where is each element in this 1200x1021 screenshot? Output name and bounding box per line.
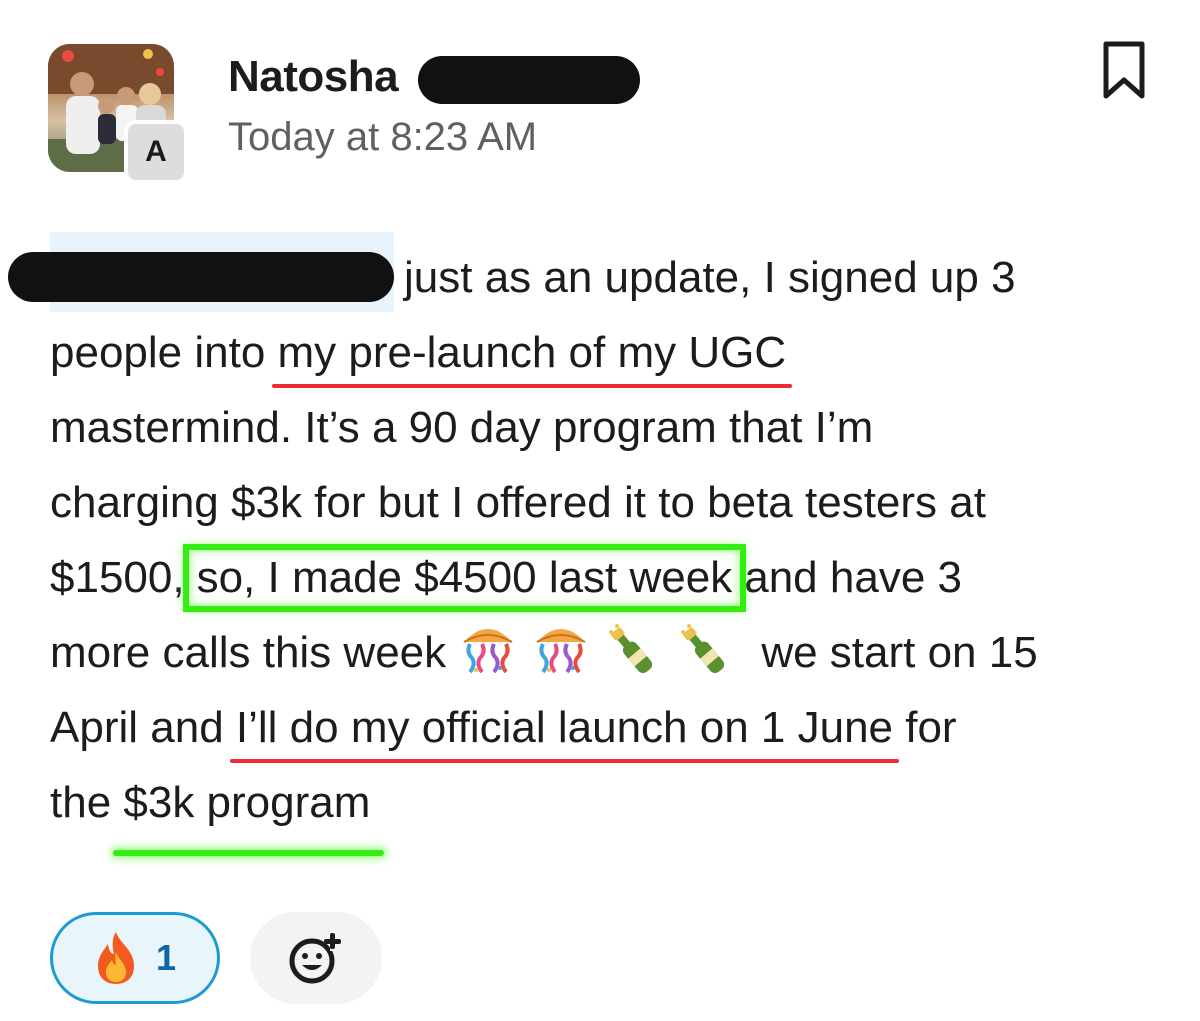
message-text: and have 3 xyxy=(744,553,962,602)
green-box-annotation: so, I made $4500 last week xyxy=(182,544,747,612)
champagne-icon xyxy=(675,622,735,678)
message-text: just as an update, I signed up 3 xyxy=(404,253,1016,302)
message-line: just as an update, I signed up 3 xyxy=(8,232,1160,315)
green-underline-annotation: $3k program xyxy=(113,765,385,856)
message-body: just as an update, I signed up 3 people … xyxy=(8,232,1160,856)
reaction-count: 1 xyxy=(155,937,177,978)
message-line: people into my pre-launch of my UGC xyxy=(50,315,1160,390)
champagne-icon xyxy=(603,622,663,678)
user-mention[interactable] xyxy=(8,232,394,312)
message-text: for xyxy=(893,703,957,752)
message-text: more calls this week xyxy=(50,628,447,677)
fire-icon xyxy=(97,932,134,984)
bookmark-icon[interactable] xyxy=(1100,40,1148,102)
add-reaction-button[interactable] xyxy=(250,912,382,1004)
confetti-ball-icon xyxy=(531,622,591,678)
message-line: more calls this week we start on 15 xyxy=(50,615,1160,690)
message-text: $1500, xyxy=(50,553,185,602)
message-line: the $3k program xyxy=(50,765,1160,856)
redaction-bar xyxy=(418,56,640,104)
message-text: we start on 15 xyxy=(761,628,1038,677)
message-text: April and xyxy=(50,703,236,752)
redaction-bar xyxy=(8,252,394,302)
message-line: charging $3k for but I offered it to bet… xyxy=(50,465,1160,540)
message-text: the xyxy=(50,778,124,827)
confetti-ball-icon xyxy=(458,622,518,678)
message-line: mastermind. It’s a 90 day program that I… xyxy=(50,390,1160,465)
message-text: charging $3k for but I offered it to bet… xyxy=(50,478,986,527)
message-line: $1500, so, I made $4500 last week and have… xyxy=(50,540,1160,615)
red-underline-annotation: I’ll do my official launch on 1 June xyxy=(229,690,900,765)
red-underline-annotation: my pre-launch of my UGC xyxy=(271,315,792,390)
sender-name[interactable]: Natosha xyxy=(228,52,399,102)
message-timestamp[interactable]: Today at 8:23 AM xyxy=(228,115,537,160)
message-text: mastermind. It’s a 90 day program that I… xyxy=(50,403,874,452)
add-reaction-icon xyxy=(289,931,341,984)
reaction-pill[interactable]: 1 xyxy=(50,912,220,1004)
message-text: people into xyxy=(50,328,278,377)
workspace-badge: A xyxy=(124,120,188,184)
message-line: April and I’ll do my official launch on … xyxy=(50,690,1160,765)
